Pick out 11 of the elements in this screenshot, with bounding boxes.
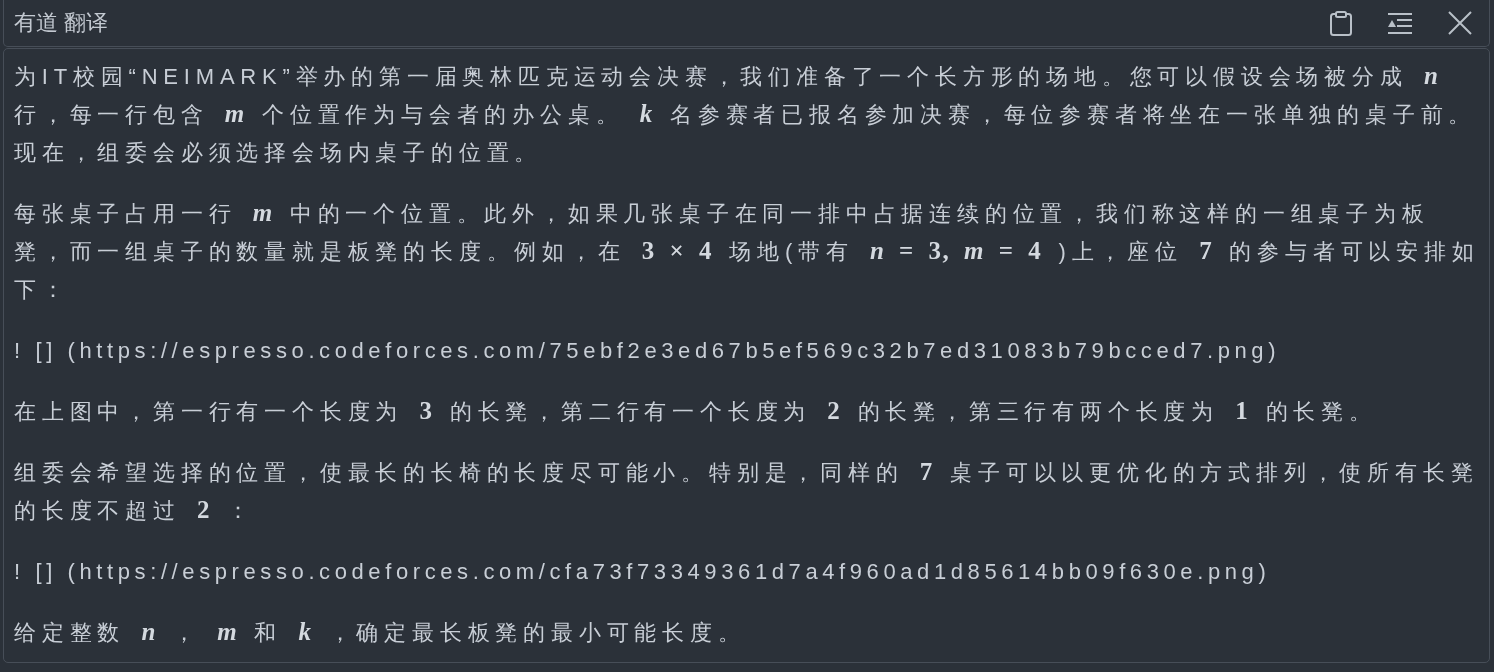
window-title: 有道 翻译 xyxy=(14,9,109,37)
translation-paragraph: 组委会希望选择的位置，使最长的长椅的长度尽可能小。特别是，同样的 7 桌子可以以更优化的方式排列，使所有长凳的长度不超过 2 ： xyxy=(14,457,1480,525)
close-icon[interactable] xyxy=(1448,11,1472,35)
image-link-text: ! [] (https://espresso.codeforces.com/cfa73f73349361d7a4f960ad1d85614bb09f630e.png) xyxy=(14,558,1272,586)
image-link-text: ! [] (https://espresso.codeforces.com/75ebf2e3ed67b5ef569c32b7ed31083b79bcced7.png) xyxy=(14,337,1282,365)
text-lines-icon[interactable] xyxy=(1388,12,1412,34)
clipboard-icon[interactable] xyxy=(1330,10,1352,36)
translation-paragraph: 在上图中，第一行有一个长度为 3 的长凳，第二行有一个长度为 2 的长凳，第三行有两个长度为 1 的长凳。 xyxy=(14,396,1378,426)
translation-paragraph: 给定整数 n ， m 和 k ，确定最长板凳的最小可能长度。 xyxy=(14,617,747,647)
translation-paragraph: 每张桌子占用一行 m 中的一个位置。此外，如果几张桌子在同一排中占据连续的位置，我们称这样的一组桌子为板凳，而一组桌子的数量就是板凳的长度。例如，在 3 × 4 场地(带有 n = 3, m = 4 )上，座位 7 的参与者可以安排如下： xyxy=(14,198,1481,304)
translation-paragraph: 为IT校园“NEIMARK”举办的第一届奥林匹克运动会决赛，我们准备了一个长方形的场地。您可以假设会场被分成 n 行，每一行包含 m 个位置作为与会者的办公桌。 k 名参赛者已报名参加决赛，每位参赛者将坐在一张单独的桌子前。现在，组委会必须选择会场内桌子的位置。 xyxy=(14,61,1478,167)
